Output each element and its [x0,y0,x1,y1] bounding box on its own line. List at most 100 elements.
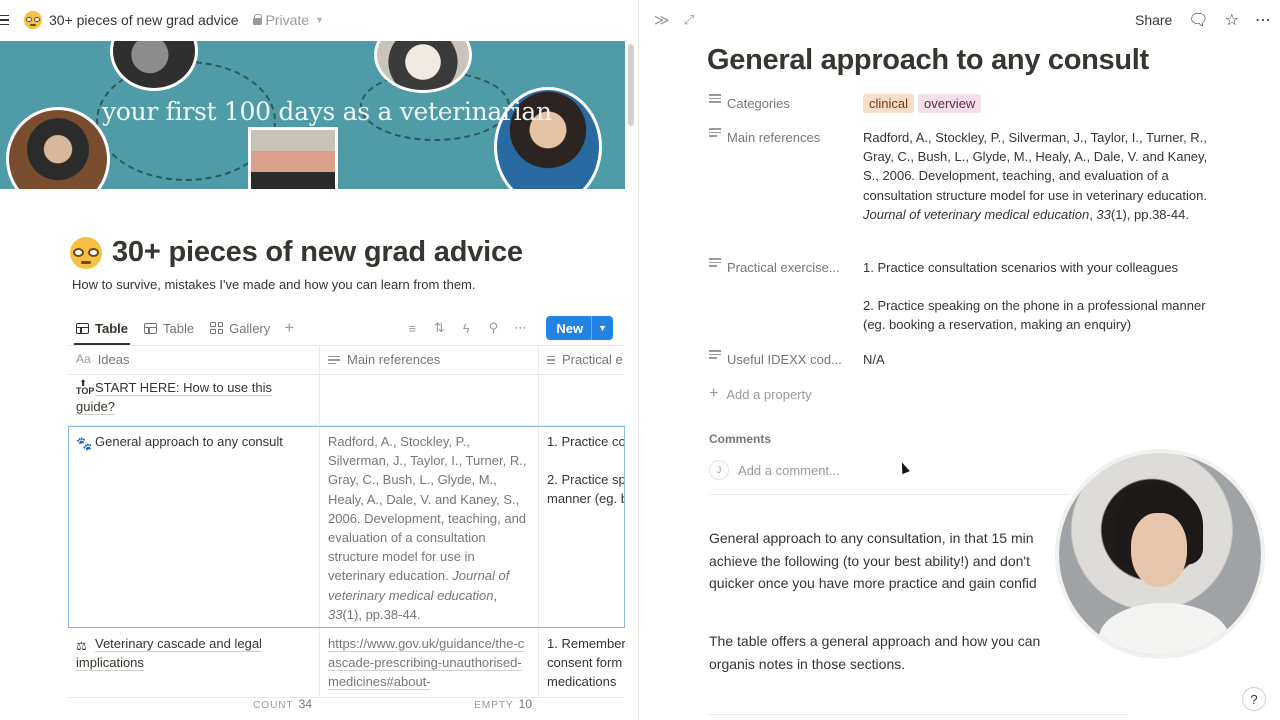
top-arrow-icon: ⬆ TOP [76,378,95,396]
peek-title[interactable]: General approach to any consult [707,44,1149,77]
star-icon[interactable]: ☆ [1225,10,1239,30]
table-row-selected[interactable]: 🐾 General approach to any consult Radford… [68,426,625,628]
label-text: Useful IDEXX cod... [727,352,842,367]
avatar: J [709,460,729,480]
view-tools: ≡ ⇅ ϟ ⚲ ⋯ New ▼ [405,316,613,340]
property-main-references: Main references Radford, A., Stockley, P… [709,128,1213,224]
text-lines-icon [328,355,340,365]
scales-icon: ⚖ [76,639,87,653]
comment-icon[interactable]: 🗨 [1188,10,1208,30]
webcam-overlay [1055,449,1265,659]
automation-icon[interactable]: ϟ [459,321,473,336]
idea-cell[interactable]: ⚖ Veterinary cascade and legal implicatio… [68,628,320,697]
text-lines-icon [709,258,721,267]
tab-label: Gallery [229,320,271,336]
expand-icon[interactable]: ⤢ [684,12,694,28]
more-icon[interactable]: ⋯ [513,320,527,335]
property-label[interactable]: Useful IDEXX cod... [709,350,863,369]
divider [709,714,1129,715]
table-header: Aa Ideas Main references Practical e [68,345,625,375]
property-label[interactable]: Practical exercise... [709,258,863,335]
reference-link[interactable]: https://www.gov.uk/guidance/the-cascade-… [328,636,524,689]
practical-line: 1. Remember [547,636,625,651]
lock-icon [252,13,263,25]
tab-table-2[interactable]: Table [136,313,202,343]
cover-image: your first 100 days as a veterinarian [0,41,625,189]
comment-composer[interactable]: J Add a comment... [709,460,840,480]
references-cell[interactable] [320,375,539,425]
divider [709,494,1069,495]
privacy-dropdown[interactable]: Private ▼ [252,12,324,28]
practical-line: 1. Practice consultation scenarios with … [863,260,1179,275]
clinic-photo [248,127,338,189]
nerd-face-icon[interactable] [70,236,102,269]
property-practical-exercises: Practical exercise... 1. Practice consul… [709,258,1213,335]
plus-icon: + [709,385,719,402]
idexx-value[interactable]: N/A [863,350,1213,369]
practical-cell[interactable]: 1. Practice co 2. Practice sp manner (eg… [539,426,625,627]
add-property-button[interactable]: + Add a property [709,385,812,403]
nerd-face-icon [24,11,42,29]
references-cell[interactable]: https://www.gov.uk/guidance/the-cascade-… [320,628,539,697]
view-bar: Table Table Gallery + ≡ ⇅ ϟ ⚲ ⋯ New ▼ [68,312,613,345]
search-icon[interactable]: ⚲ [486,320,500,335]
breadcrumb-page-title[interactable]: 30+ pieces of new grad advice [49,12,239,28]
categories-value[interactable]: clinical overview [863,94,1213,113]
menu-icon[interactable] [0,14,10,26]
references-cell[interactable]: Radford, A., Stockley, P., Silverman, J.… [320,426,539,627]
top-bar: 30+ pieces of new grad advice Private ▼ [0,0,638,40]
journal-volume: 33 [1096,206,1111,222]
mouse-cursor [898,460,910,475]
column-header-ideas[interactable]: Aa Ideas [68,346,320,374]
empty-summary[interactable]: EMPTY 10 [312,697,532,711]
practical-line: manner (eg. b [547,491,625,507]
comment-input[interactable]: Add a comment... [738,463,840,478]
tab-table-1[interactable]: Table [68,313,136,345]
column-header-practical[interactable]: Practical e [539,346,625,374]
share-button[interactable]: Share [1135,12,1172,28]
count-value: 34 [298,697,312,711]
reference-text: veterinary education. [328,568,453,584]
practical-line: 2. Practice speaking on the phone in a p… [863,298,1206,333]
comments-heading: Comments [709,432,772,446]
tab-label: Table [95,320,128,336]
page-description[interactable]: How to survive, mistakes I've made and h… [72,277,476,292]
practical-cell[interactable] [539,375,625,425]
add-view-icon[interactable]: + [284,318,294,338]
body-paragraph-2[interactable]: The table offers a general approach and … [709,630,1089,675]
reference-text: Radford, A., Stockley, P., Silverman, J.… [863,130,1208,203]
idea-cell[interactable]: ⬆ TOPSTART HERE: How to use this guide? [68,375,320,425]
close-peek-icon[interactable]: ≫ [654,11,670,29]
scrollbar[interactable] [628,44,634,126]
practical-cell[interactable]: 1. Remember consent form medications [539,628,625,697]
property-label[interactable]: Categories [709,94,863,113]
references-value[interactable]: Radford, A., Stockley, P., Silverman, J.… [863,128,1213,224]
reference-text: , [493,587,498,603]
journal-volume: 33 [328,606,343,622]
filter-icon[interactable]: ≡ [405,321,419,336]
tab-gallery[interactable]: Gallery [202,313,278,343]
tag-clinical: clinical [863,94,915,113]
body-paragraph-1[interactable]: General approach to any consultation, in… [709,527,1069,595]
row-title: START HERE: How to use this guide? [76,380,273,415]
idea-cell[interactable]: 🐾 General approach to any consult [68,426,320,627]
chevron-down-icon[interactable]: ▼ [591,316,613,340]
count-summary[interactable]: COUNT 34 [0,697,312,711]
property-label[interactable]: Main references [709,128,863,224]
column-label: Ideas [97,352,130,368]
practical-value[interactable]: 1. Practice consultation scenarios with … [863,258,1213,335]
webcam-face [1131,513,1187,587]
reference-text: (1), pp.38-44. [1110,206,1189,222]
page-title[interactable]: 30+ pieces of new grad advice [112,236,523,269]
page-heading: 30+ pieces of new grad advice [70,236,523,269]
table-row[interactable]: ⬆ TOPSTART HERE: How to use this guide? [68,375,625,426]
column-label: Practical e [562,352,623,368]
tab-label: Table [163,320,195,336]
more-icon[interactable]: ⋯ [1255,10,1271,30]
column-header-references[interactable]: Main references [320,346,539,374]
empty-value: 10 [518,697,532,711]
new-button[interactable]: New ▼ [546,316,613,340]
sort-icon[interactable]: ⇅ [432,320,446,335]
help-button[interactable]: ? [1242,687,1266,711]
graduation-photo [6,107,110,189]
